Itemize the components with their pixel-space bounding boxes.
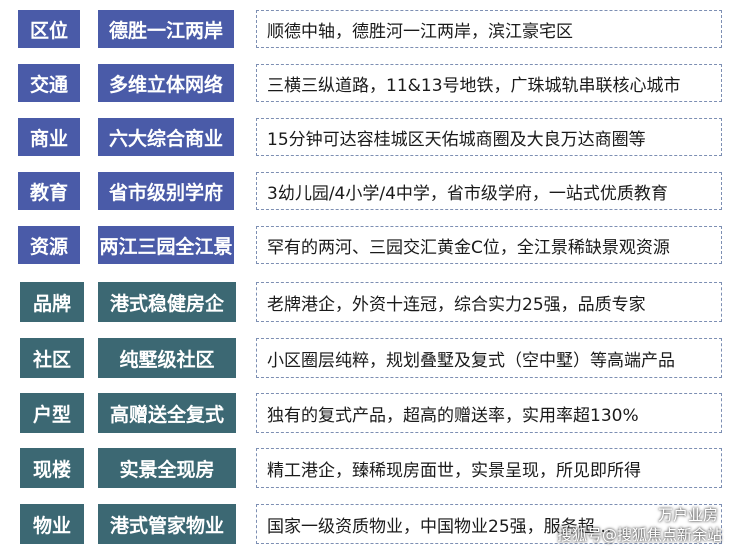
- row-commerce: 商业 六大综合商业 15分钟可达容桂城区天佑城商圈及大良万达商圈等: [0, 114, 740, 158]
- row-community: 社区 纯墅级社区 小区圈层纯粹，规划叠墅及复式（空中墅）等高端产品: [0, 334, 740, 378]
- category-label: 品牌: [20, 282, 84, 322]
- category-label: 交通: [18, 64, 80, 102]
- row-layout: 户型 高赠送全复式 独有的复式产品，超高的赠送率，实用率超130%: [0, 389, 740, 433]
- title-label: 高赠送全复式: [98, 393, 236, 433]
- description-box: 精工港企，臻稀现房面世，实景呈现，所见即所得: [256, 448, 722, 488]
- description-box: 小区圈层纯粹，规划叠墅及复式（空中墅）等高端产品: [256, 338, 722, 378]
- title-label: 德胜一江两岸: [98, 10, 234, 48]
- title-label: 港式管家物业: [98, 504, 236, 544]
- description-box: 独有的复式产品，超高的赠送率，实用率超130%: [256, 393, 722, 433]
- title-label: 省市级别学府: [98, 172, 234, 210]
- watermark-brand: 万户业房: [657, 506, 718, 524]
- category-label: 物业: [20, 504, 84, 544]
- title-label: 六大综合商业: [98, 118, 234, 156]
- category-label: 区位: [18, 10, 80, 48]
- row-resources: 资源 两江三园全江景 罕有的两河、三园交汇黄金C位，全江景稀缺景观资源: [0, 222, 740, 266]
- title-label: 纯墅级社区: [98, 338, 236, 378]
- row-brand: 品牌 港式稳健房企 老牌港企，外资十连冠，综合实力25强，品质专家: [0, 278, 740, 322]
- description-box: 顺德中轴，德胜河一江两岸，滨江豪宅区: [256, 10, 722, 48]
- description-box: 罕有的两河、三园交汇黄金C位，全江景稀缺景观资源: [256, 226, 722, 264]
- title-label: 实景全现房: [98, 448, 236, 488]
- description-box: 三横三纵道路，11&13号地铁，广珠城轨串联核心城市: [256, 64, 722, 102]
- row-location: 区位 德胜一江两岸 顺德中轴，德胜河一江两岸，滨江豪宅区: [0, 6, 740, 50]
- description-box: 老牌港企，外资十连冠，综合实力25强，品质专家: [256, 282, 722, 322]
- category-label: 现楼: [20, 448, 84, 488]
- row-education: 教育 省市级别学府 3幼儿园/4小学/4中学，省市级学府，一站式优质教育: [0, 168, 740, 212]
- title-label: 港式稳健房企: [98, 282, 236, 322]
- row-ready-homes: 现楼 实景全现房 精工港企，臻稀现房面世，实景呈现，所见即所得: [0, 444, 740, 488]
- category-label: 社区: [20, 338, 84, 378]
- category-label: 教育: [18, 172, 80, 210]
- category-label: 资源: [18, 226, 80, 264]
- description-box: 3幼儿园/4小学/4中学，省市级学府，一站式优质教育: [256, 172, 722, 210]
- title-label: 多维立体网络: [98, 64, 234, 102]
- description-box: 15分钟可达容桂城区天佑城商圈及大良万达商圈等: [256, 118, 722, 156]
- category-label: 户型: [20, 393, 84, 433]
- row-transport: 交通 多维立体网络 三横三纵道路，11&13号地铁，广珠城轨串联核心城市: [0, 60, 740, 104]
- title-label: 两江三园全江景: [98, 226, 234, 264]
- category-label: 商业: [18, 118, 80, 156]
- watermark-source: 搜狐号@搜狐焦点新余站: [556, 526, 722, 544]
